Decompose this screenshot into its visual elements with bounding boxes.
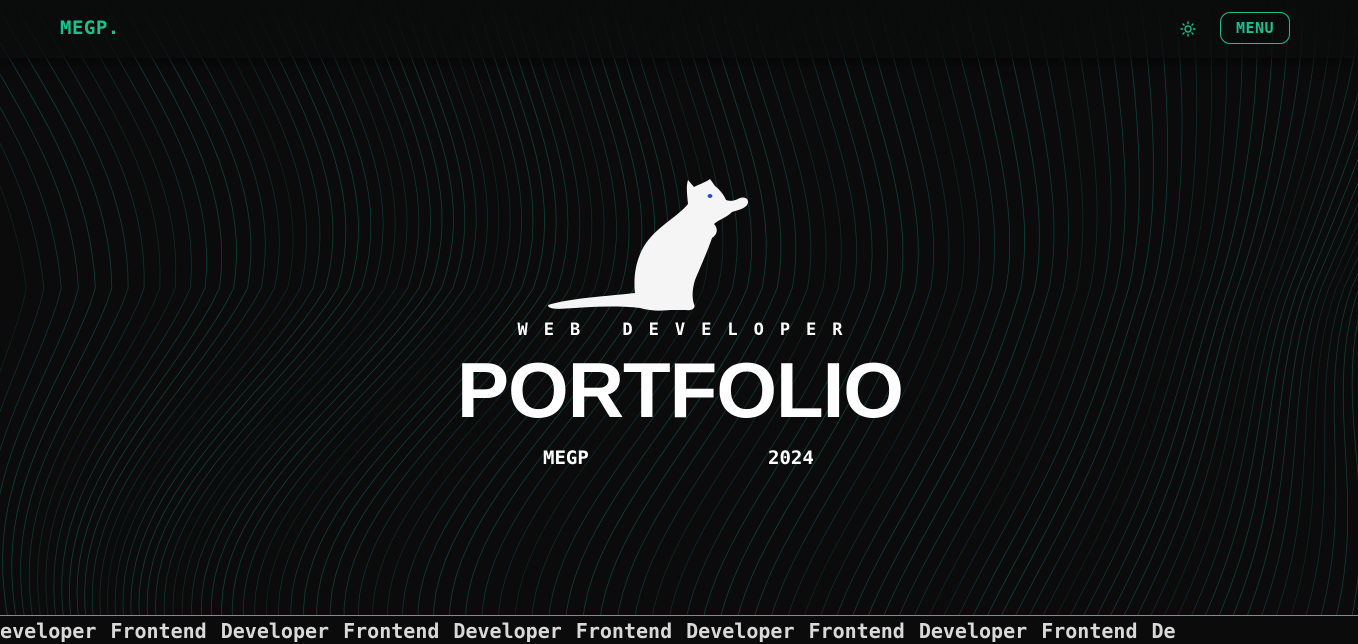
marquee-item: Developer [686,619,795,643]
marquee-item: Developer [220,619,330,643]
theme-toggle-button[interactable] [1177,18,1199,40]
hero-title: PORTFOLIO [457,346,904,434]
site-logo[interactable]: MEGP. [60,17,120,39]
portfolio-page: MEGP. MENU WEB DEVELOPER PORTFOLIO MEGP … [0,0,1358,644]
hero-eyebrow: WEB DEVELOPER [517,320,859,340]
marquee-item: Developer [0,619,97,643]
marquee-item: Frontend [1041,619,1138,643]
marquee-item: Developer [453,619,562,643]
marquee-item: Frontend [575,619,673,643]
marquee-item: Developer [918,619,1028,643]
marquee-item: Frontend [343,619,440,643]
hero-name: MEGP [543,447,589,469]
marquee-track: Developer Frontend Developer Frontend Develo… [0,619,1190,643]
hero-year: 2024 [768,447,814,469]
skills-marquee: Developer Frontend Developer Frontend Develo… [0,615,1358,644]
hero-section: WEB DEVELOPER PORTFOLIO MEGP 2024 [0,0,1358,644]
top-navbar: MEGP. MENU [0,0,1358,58]
menu-button[interactable]: MENU [1220,12,1290,44]
cat-icon [548,179,749,311]
marquee-item: De [1151,619,1176,643]
marquee-item: Frontend [110,619,207,643]
marquee-item: Frontend [808,619,905,643]
sun-icon [1180,21,1196,37]
